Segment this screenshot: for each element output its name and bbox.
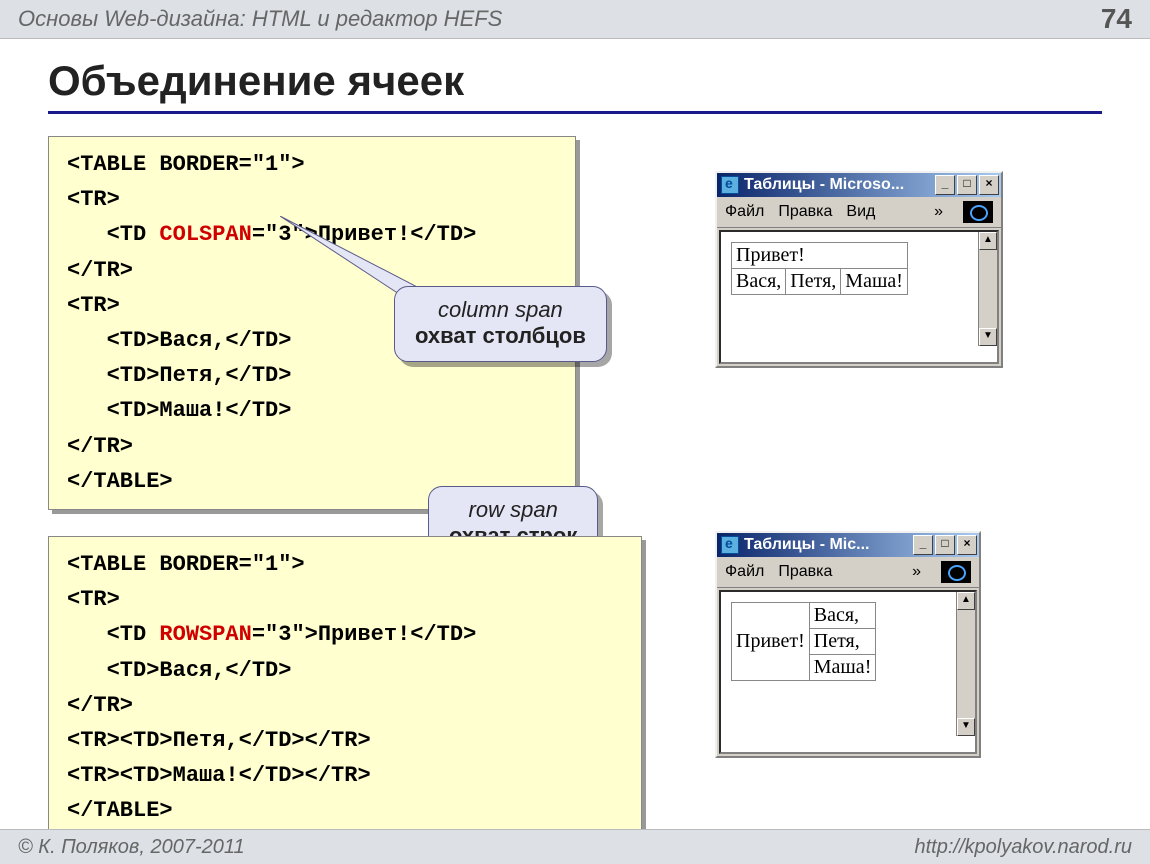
- footer-bar: © К. Поляков, 2007-2011 http://kpolyakov…: [0, 829, 1150, 864]
- menu-edit[interactable]: Правка: [778, 563, 832, 581]
- scrollbar[interactable]: ▲ ▼: [978, 232, 997, 346]
- menu-edit[interactable]: Правка: [778, 203, 832, 221]
- scroll-up-icon[interactable]: ▲: [979, 232, 997, 250]
- slide-title: Объединение ячеек: [48, 57, 1150, 105]
- page-number: 74: [1101, 3, 1132, 35]
- cell-vasya: Вася,: [732, 269, 786, 295]
- demo-table-colspan: Привет! Вася, Петя, Маша!: [731, 242, 908, 295]
- callout2-line1: row span: [449, 497, 577, 523]
- close-button[interactable]: ×: [979, 175, 999, 195]
- header-title: Основы Web-дизайна: HTML и редактор HEFS: [18, 6, 502, 32]
- footer-url: http://kpolyakov.narod.ru: [914, 836, 1132, 859]
- browser1-titlebar[interactable]: Таблицы - Microso... _ □ ×: [717, 173, 1001, 197]
- code-box-rowspan: <TABLE BORDER="1"> <TR> <TD ROWSPAN="3">…: [48, 536, 642, 840]
- browser2-menu: Файл Правка »: [717, 557, 979, 588]
- browser-window-1: Таблицы - Microso... _ □ × Файл Правка В…: [715, 171, 1003, 368]
- menu-chevron[interactable]: »: [912, 563, 921, 581]
- menu-file[interactable]: Файл: [725, 563, 764, 581]
- browser1-body: Привет! Вася, Петя, Маша! ▲ ▼: [719, 230, 999, 364]
- callout-colspan: column span охват столбцов: [394, 286, 607, 362]
- ie-logo-icon: [941, 561, 971, 583]
- rowspan-keyword: ROWSPAN: [159, 622, 251, 647]
- minimize-button[interactable]: _: [913, 535, 933, 555]
- content-area: <TABLE BORDER="1"> <TR> <TD COLSPAN="3">…: [0, 136, 1150, 856]
- cell-petya: Петя,: [786, 269, 841, 295]
- scroll-up-icon[interactable]: ▲: [957, 592, 975, 610]
- colspan-keyword: COLSPAN: [159, 222, 251, 247]
- copyright: © К. Поляков, 2007-2011: [18, 836, 245, 859]
- browser-window-2: Таблицы - Mic... _ □ × Файл Правка » При…: [715, 531, 981, 758]
- close-button[interactable]: ×: [957, 535, 977, 555]
- cell-privet: Привет!: [732, 243, 908, 269]
- browser2-title: Таблицы - Mic...: [744, 536, 913, 554]
- cell-masha: Маша!: [809, 655, 876, 681]
- callout-line1: column span: [415, 297, 586, 323]
- scrollbar[interactable]: ▲ ▼: [956, 592, 975, 736]
- scroll-down-icon[interactable]: ▼: [957, 718, 975, 736]
- minimize-button[interactable]: _: [935, 175, 955, 195]
- ie-icon: [721, 536, 739, 554]
- browser1-title: Таблицы - Microso...: [744, 176, 935, 194]
- browser2-body: Привет! Вася, Петя, Маша! ▲ ▼: [719, 590, 977, 754]
- scroll-down-icon[interactable]: ▼: [979, 328, 997, 346]
- cell-petya: Петя,: [809, 629, 876, 655]
- cell-privet: Привет!: [732, 603, 810, 681]
- menu-view[interactable]: Вид: [846, 203, 875, 221]
- maximize-button[interactable]: □: [935, 535, 955, 555]
- title-underline: [48, 111, 1102, 114]
- menu-file[interactable]: Файл: [725, 203, 764, 221]
- menu-chevron[interactable]: »: [934, 203, 943, 221]
- header-bar: Основы Web-дизайна: HTML и редактор HEFS…: [0, 0, 1150, 39]
- callout-line2: охват столбцов: [415, 323, 586, 349]
- demo-table-rowspan: Привет! Вася, Петя, Маша!: [731, 602, 876, 681]
- browser1-menu: Файл Правка Вид »: [717, 197, 1001, 228]
- cell-masha: Маша!: [841, 269, 908, 295]
- ie-icon: [721, 176, 739, 194]
- cell-vasya: Вася,: [809, 603, 876, 629]
- ie-logo-icon: [963, 201, 993, 223]
- maximize-button[interactable]: □: [957, 175, 977, 195]
- browser2-titlebar[interactable]: Таблицы - Mic... _ □ ×: [717, 533, 979, 557]
